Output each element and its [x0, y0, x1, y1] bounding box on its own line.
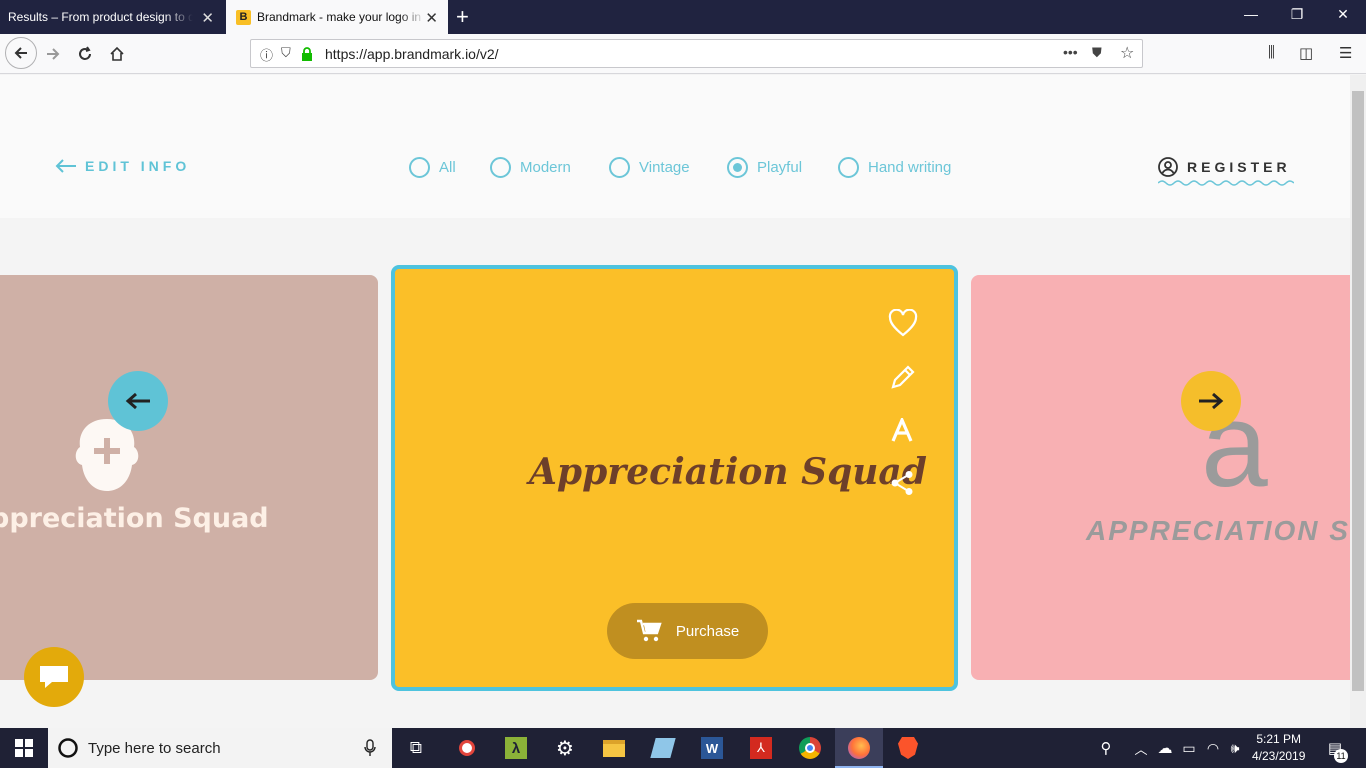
search-placeholder: Type here to search: [88, 739, 221, 757]
url-bar[interactable]: ⓘ ⛉ https://app.brandmark.io/v2/ ••• ⛊ ☆: [250, 39, 1143, 68]
microphone-icon[interactable]: [364, 739, 376, 757]
restore-button[interactable]: ❐: [1274, 6, 1320, 23]
browser-tab-brandmark[interactable]: B Brandmark - make your logo in ✕: [226, 0, 448, 34]
onedrive-cloud-icon[interactable]: ☁: [1152, 735, 1178, 761]
arrow-left-icon: [55, 159, 76, 173]
close-window-button[interactable]: ✕: [1320, 6, 1366, 23]
edit-info-link[interactable]: EDIT INFO: [55, 158, 190, 174]
battery-icon[interactable]: ▭: [1176, 735, 1202, 761]
style-option-label: Playful: [757, 159, 803, 176]
notification-badge: 11: [1334, 749, 1348, 763]
radio-button[interactable]: [609, 157, 630, 178]
logo-card-next[interactable]: a APPRECIATION SQUAD: [971, 275, 1350, 680]
reload-button[interactable]: [70, 40, 100, 68]
arrow-left-icon: [125, 392, 150, 410]
style-option-label: Vintage: [639, 159, 690, 176]
style-option-label: All: [439, 159, 456, 176]
home-button[interactable]: [102, 40, 132, 68]
acrobat-icon[interactable]: ⅄: [748, 735, 774, 761]
scrollbar-thumb[interactable]: [1352, 91, 1364, 691]
user-icon: [1158, 157, 1178, 177]
windows-logo-icon: [15, 739, 33, 757]
page-actions-icon[interactable]: •••: [1063, 44, 1078, 60]
back-button[interactable]: [5, 37, 37, 69]
logo-text: ppreciation Squad: [0, 503, 269, 534]
close-tab-icon[interactable]: ✕: [201, 9, 214, 27]
register-label: REGISTER: [1187, 159, 1291, 175]
close-tab-icon[interactable]: ✕: [425, 9, 438, 27]
url-text[interactable]: https://app.brandmark.io/v2/: [325, 46, 499, 62]
style-option-label: Modern: [520, 159, 571, 176]
style-option-label: Hand writing: [868, 159, 952, 176]
chrome-icon[interactable]: [797, 735, 823, 761]
reload-icon: [79, 46, 91, 60]
tracking-shield-icon[interactable]: ⛉: [281, 45, 291, 61]
radio-button[interactable]: [409, 157, 430, 178]
show-hidden-icons-chevron-icon[interactable]: ︿: [1128, 735, 1154, 761]
pencil-icon[interactable]: [889, 363, 917, 391]
share-icon[interactable]: [890, 470, 914, 496]
people-icon[interactable]: ⚲: [1093, 735, 1119, 761]
new-tab-button[interactable]: +: [456, 4, 469, 30]
brave-icon[interactable]: [895, 735, 921, 761]
logo-card-previous[interactable]: ppreciation Squad: [0, 275, 378, 680]
pocket-icon[interactable]: ⛊: [1092, 45, 1102, 61]
notes-app-icon[interactable]: [650, 735, 676, 761]
menu-icon[interactable]: ☰: [1339, 44, 1352, 62]
radio-button[interactable]: [490, 157, 511, 178]
page-content: EDIT INFO All Modern Vintage Playful Han…: [0, 75, 1350, 728]
taskbar-search-box[interactable]: Type here to search: [48, 728, 392, 768]
info-icon[interactable]: ⓘ: [260, 45, 273, 64]
lambda-app-icon[interactable]: λ: [503, 735, 529, 761]
register-underline: [1158, 180, 1294, 186]
lock-icon: [302, 47, 312, 61]
next-logo-button[interactable]: [1181, 371, 1241, 431]
register-link[interactable]: REGISTER: [1158, 157, 1291, 177]
task-view-icon[interactable]: ⧉: [403, 735, 429, 761]
style-option-hand-writing[interactable]: Hand writing: [838, 157, 951, 178]
cortana-icon: [58, 738, 78, 758]
firefox-icon[interactable]: [846, 735, 872, 761]
back-arrow-icon: [14, 47, 27, 59]
volume-icon[interactable]: 🕪: [1222, 735, 1248, 761]
clock-time: 5:21 PM: [1256, 732, 1302, 746]
browser-tab-results[interactable]: Results – From product design to di ✕: [0, 0, 224, 34]
style-header: [0, 75, 1350, 218]
arrow-right-icon: [1199, 392, 1224, 410]
home-icon: [110, 46, 124, 61]
radio-button-selected[interactable]: [727, 157, 748, 178]
logo-text: APPRECIATION SQUAD: [1086, 515, 1350, 546]
style-option-playful[interactable]: Playful: [727, 157, 802, 178]
purchase-button[interactable]: Purchase: [607, 603, 768, 659]
heart-icon[interactable]: [888, 309, 918, 337]
sidebar-icon[interactable]: ◫: [1299, 44, 1313, 62]
bookmark-star-icon[interactable]: ☆: [1120, 43, 1134, 63]
settings-gear-icon[interactable]: ⚙: [552, 735, 578, 761]
previous-logo-button[interactable]: [108, 371, 168, 431]
word-icon[interactable]: W: [699, 735, 725, 761]
chat-button[interactable]: [24, 647, 84, 707]
edit-info-label: EDIT INFO: [85, 158, 191, 174]
brandmark-favicon-icon: B: [236, 9, 251, 25]
clock-date: 4/23/2019: [1252, 749, 1306, 763]
style-option-modern[interactable]: Modern: [490, 157, 571, 178]
taskbar-clock[interactable]: 5:21 PM 4/23/2019: [1252, 731, 1305, 765]
chat-bubble-icon: [40, 666, 68, 688]
tab-title: Results – From product design to di: [8, 10, 193, 24]
app-icon-red-circle[interactable]: [454, 735, 480, 761]
windows-start-icon[interactable]: [11, 735, 37, 761]
style-option-vintage[interactable]: Vintage: [609, 157, 690, 178]
minimize-button[interactable]: —: [1228, 6, 1274, 22]
logo-text: Appreciation Squad: [529, 451, 927, 493]
font-icon[interactable]: [890, 418, 914, 442]
cart-icon: [636, 619, 662, 642]
tab-title: Brandmark - make your logo in: [257, 10, 422, 24]
file-explorer-icon[interactable]: [601, 735, 627, 761]
library-icon[interactable]: ⫼: [1268, 44, 1275, 61]
forward-arrow-icon: [47, 48, 60, 60]
forward-button[interactable]: [38, 40, 68, 68]
style-option-all[interactable]: All: [409, 157, 456, 178]
radio-button[interactable]: [838, 157, 859, 178]
purchase-label: Purchase: [675, 622, 740, 640]
